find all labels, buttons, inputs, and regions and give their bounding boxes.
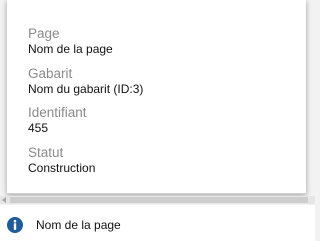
identifier-field: Identifiant 455: [28, 105, 87, 136]
status-bar: Nom de la page: [0, 205, 315, 241]
template-label: Gabarit: [28, 66, 73, 81]
page-info-popup: Page Nom de la page Gabarit Nom du gabar…: [7, 0, 306, 194]
scroll-left-arrow-icon[interactable]: [2, 197, 6, 203]
status-field: Statut Construction: [28, 145, 95, 176]
status-page-name: Nom de la page: [36, 218, 121, 232]
info-icon[interactable]: [7, 217, 23, 233]
page-label: Page: [28, 26, 60, 41]
identifier-label: Identifiant: [28, 105, 87, 120]
horizontal-scrollbar[interactable]: [0, 196, 315, 204]
status-label: Statut: [28, 145, 64, 160]
template-value: Nom du gabarit (ID:3): [28, 82, 144, 96]
scroll-thumb[interactable]: [10, 197, 308, 203]
status-value: Construction: [28, 161, 96, 175]
page-canvas: Page Nom de la page Gabarit Nom du gabar…: [0, 0, 315, 241]
template-field: Gabarit Nom du gabarit (ID:3): [28, 66, 143, 97]
identifier-value: 455: [28, 121, 49, 135]
page-field: Page Nom de la page: [28, 26, 113, 57]
page-value: Nom de la page: [28, 42, 113, 56]
